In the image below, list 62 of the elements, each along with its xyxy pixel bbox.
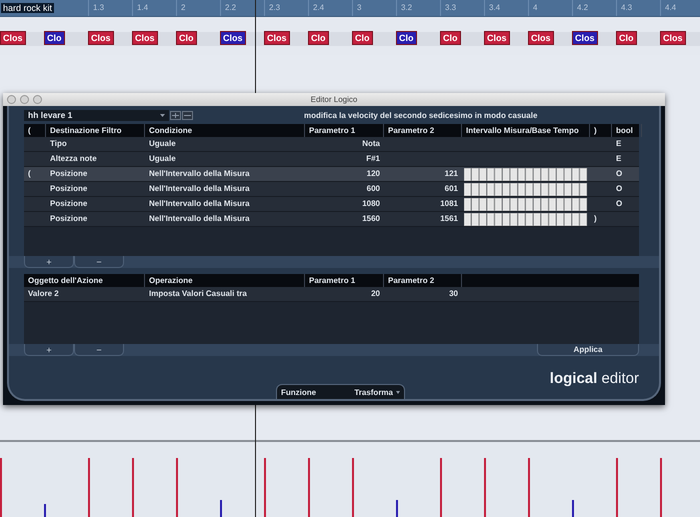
preset-description: modifica la velocity del secondo sedicesimo in modo casuale	[304, 110, 538, 120]
range-grid-drawing[interactable]	[464, 198, 588, 210]
range-grid-drawing[interactable]	[464, 168, 588, 180]
midi-event[interactable]: Clos	[660, 31, 686, 45]
table-cell-text: Valore 2	[27, 288, 60, 300]
table-row[interactable]: Posizione Nell'Intervallo della Misura 600 601 O	[24, 182, 639, 197]
table-row[interactable]: ( Posizione Nell'Intervallo della Misura 120 121 O	[24, 167, 639, 182]
midi-event[interactable]: Clos	[484, 31, 510, 45]
ruler-label: 4.3	[616, 0, 660, 16]
ruler-label: 1.4	[132, 0, 176, 16]
midi-event[interactable]: Clos	[0, 31, 26, 45]
function-selector[interactable]: Funzione Trasforma	[276, 384, 405, 399]
minimize-button[interactable]	[20, 95, 29, 104]
table-row[interactable]: Tipo Uguale Nota E	[24, 137, 639, 152]
table-cell-text: 20	[370, 288, 381, 300]
midi-event[interactable]: Clo	[616, 31, 636, 45]
table-row[interactable]: Posizione Nell'Intervallo della Misura 1080 1081 O	[24, 197, 639, 212]
ruler-label: 3	[352, 0, 396, 16]
midi-event[interactable]: Clo	[176, 31, 196, 45]
caret-icon	[396, 390, 400, 394]
apply-button[interactable]: Applica	[537, 344, 639, 356]
zoom-button[interactable]	[33, 95, 42, 104]
range-grid-drawing[interactable]	[464, 212, 588, 226]
row-button[interactable]: −	[74, 256, 124, 268]
track-name: hard rock kit	[1, 3, 54, 13]
preset-dropdown[interactable]: hh levare 1	[24, 110, 169, 120]
window-title: Editor Logico	[310, 95, 358, 104]
ruler-label: 3.2	[396, 0, 440, 16]
table-cell-text: Imposta Valori Casuali tra	[148, 288, 248, 300]
ruler-label: 2	[176, 0, 220, 16]
table-row[interactable]: Posizione Nell'Intervallo della Misura 1560 1561 )	[24, 212, 639, 227]
midi-event[interactable]: Clos	[264, 31, 290, 45]
ruler-label: 4	[528, 0, 572, 16]
ruler-bar[interactable]: hard rock kit 1.3 1.4 2 2.2 2.3 2.4 3 3.2 3.3 3.4 4 4.2 4.3 4.4	[0, 0, 700, 17]
ruler-label: 1.3	[88, 0, 132, 16]
table-row[interactable]: Altezza note Uguale F#1 E	[24, 152, 639, 167]
midi-event[interactable]: Clos	[88, 31, 114, 45]
midi-event[interactable]: Clos	[132, 31, 158, 45]
caret-icon	[160, 114, 165, 116]
ruler-label: 3.3	[440, 0, 484, 16]
ruler-label: 2.3	[264, 0, 308, 16]
row-button[interactable]: +	[24, 344, 74, 356]
ruler-label: 4.4	[660, 0, 700, 16]
close-button[interactable]	[7, 95, 16, 104]
row-button[interactable]: −	[74, 344, 124, 356]
preset-icon[interactable]	[170, 110, 181, 120]
preset-icon[interactable]	[182, 110, 193, 120]
midi-event[interactable]: Clo	[44, 31, 64, 45]
table-cell-text: 30	[448, 288, 459, 300]
ruler-label: 2.4	[308, 0, 352, 16]
midi-event[interactable]: Clo	[396, 31, 416, 45]
logo-text: logical editor	[550, 370, 639, 387]
midi-event[interactable]: Clos	[220, 31, 246, 45]
row-button[interactable]: +	[24, 256, 74, 268]
midi-event[interactable]: Clo	[440, 31, 460, 45]
midi-event[interactable]: Clos	[572, 31, 598, 45]
midi-event[interactable]: Clos	[528, 31, 554, 45]
range-grid-drawing[interactable]	[464, 182, 588, 196]
ruler-label: 3.4	[484, 0, 528, 16]
ruler-label: 4.2	[572, 0, 616, 16]
midi-event[interactable]: Clo	[308, 31, 328, 45]
midi-event[interactable]: Clo	[352, 31, 372, 45]
